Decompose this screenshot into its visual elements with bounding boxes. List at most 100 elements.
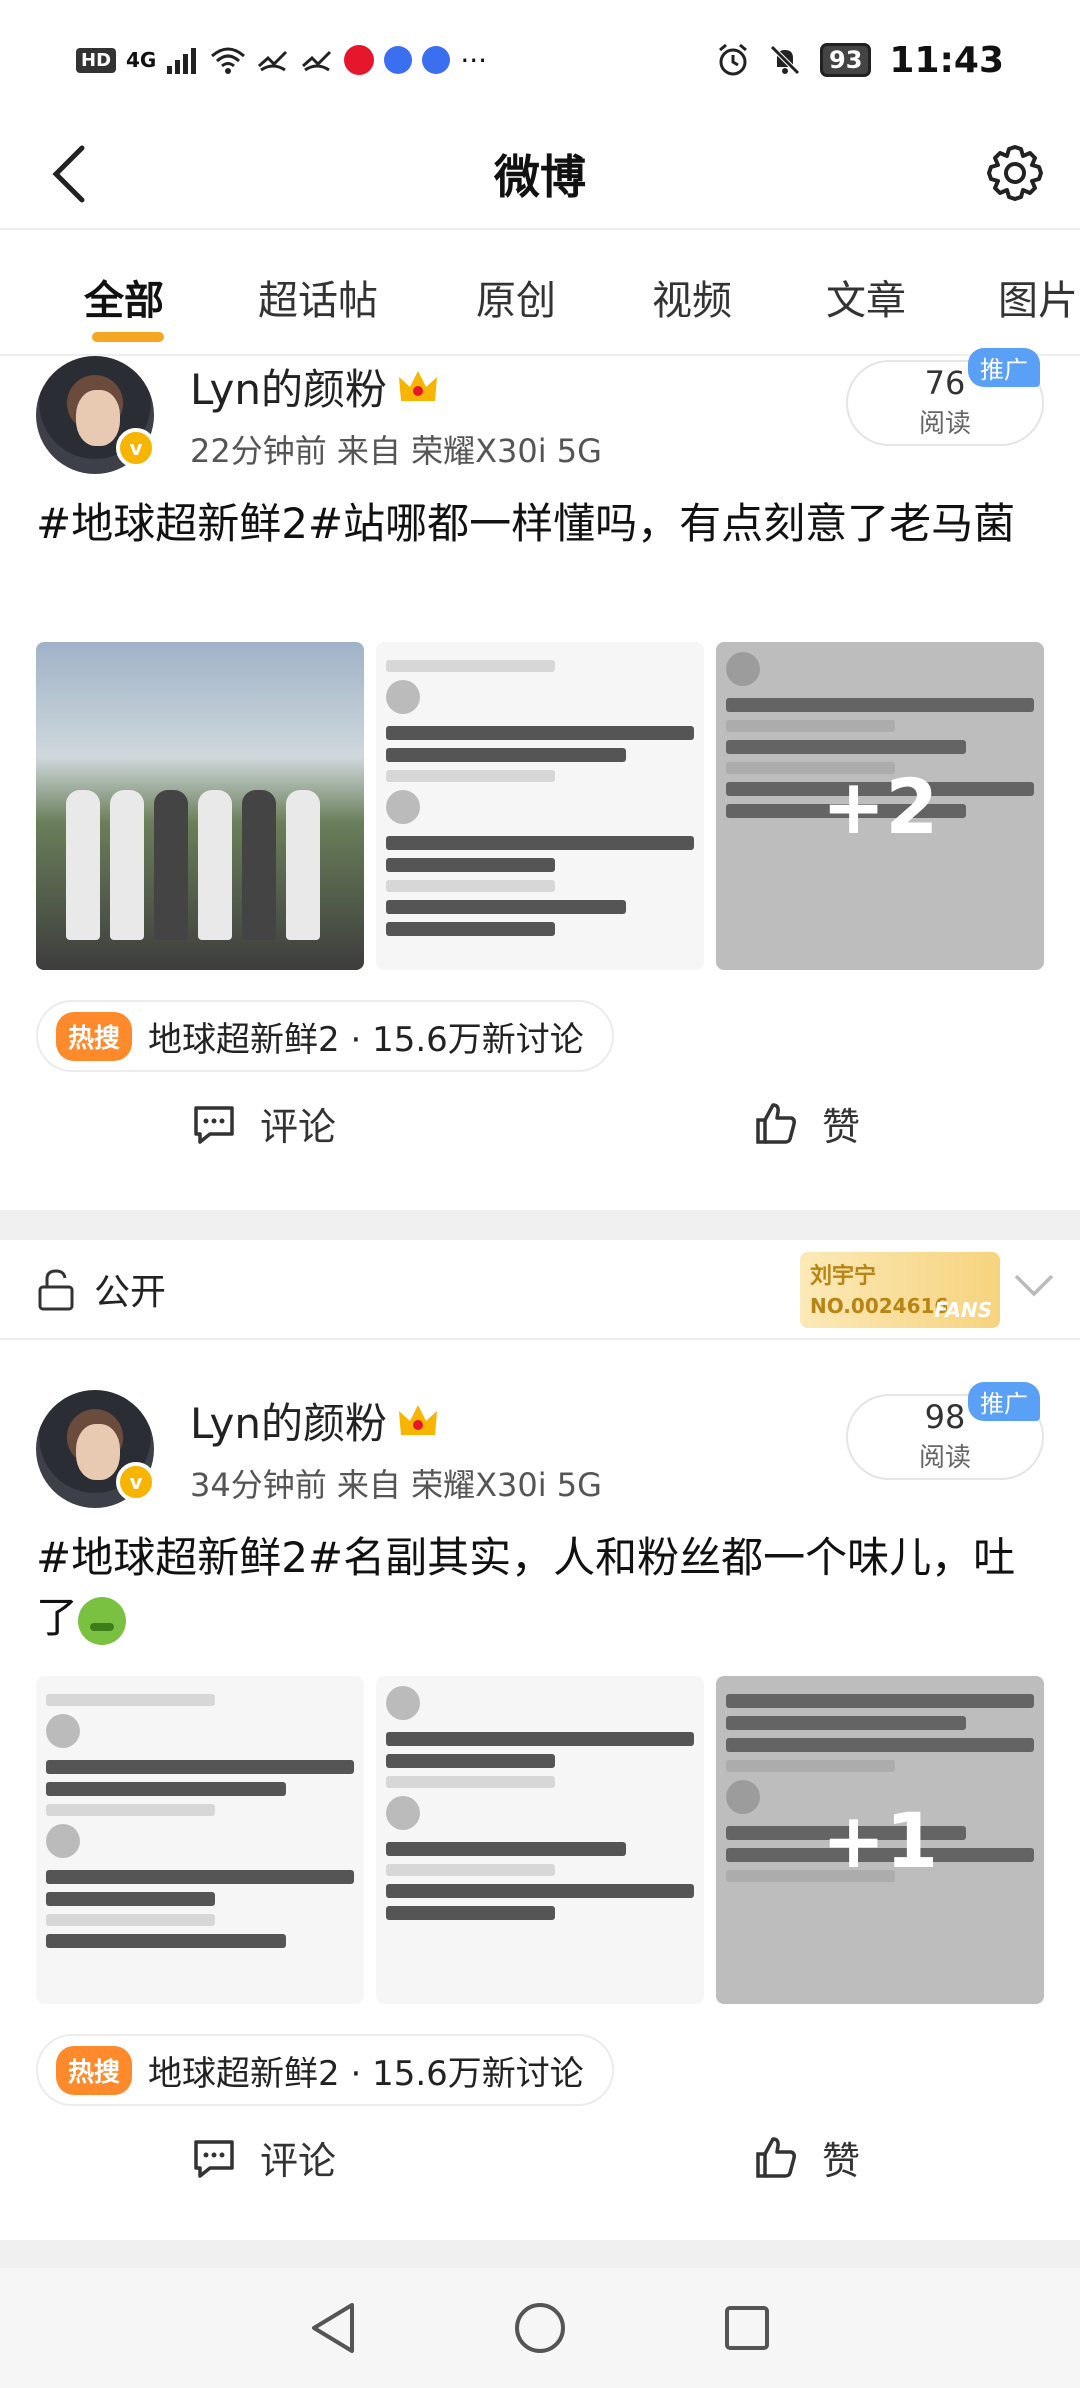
read-count: 98: [924, 1397, 966, 1436]
chat-line: [46, 1892, 216, 1906]
avatar-face: [76, 1424, 120, 1480]
comment-label: 评论: [260, 1105, 337, 1149]
post-image-more[interactable]: +2: [716, 642, 1044, 970]
chat-line: [46, 1934, 287, 1948]
active-tab-indicator: [92, 332, 164, 342]
chat-line: [386, 858, 556, 872]
verified-badge: v: [116, 1462, 156, 1502]
read-count: 76: [924, 363, 966, 402]
like-button[interactable]: 赞: [752, 2130, 860, 2185]
back-button[interactable]: [36, 142, 100, 206]
post-image-screenshot[interactable]: [36, 1676, 364, 2004]
more-images-count: +1: [821, 1795, 939, 1885]
chat-line: [46, 1804, 216, 1816]
promo-tag: 推广: [968, 1382, 1040, 1421]
missed-call-icon-2: [300, 46, 334, 74]
hot-search-badge: 热搜: [56, 2045, 133, 2095]
author-row: Lyn的颜粉: [190, 1390, 439, 1451]
post-image-more[interactable]: +1: [716, 1676, 1044, 2004]
visibility-row: 公开 刘宇宁 NO.0024616 FANS: [0, 1240, 1080, 1340]
chat-avatar: [386, 790, 420, 824]
fans-card[interactable]: 刘宇宁 NO.0024616 FANS: [800, 1252, 1000, 1328]
tab-article[interactable]: 文章: [826, 268, 906, 326]
image-grid: +2: [36, 642, 1044, 970]
chat-line: [386, 880, 556, 892]
author-row: Lyn的颜粉: [190, 356, 439, 417]
hot-topic-chip[interactable]: 热搜 地球超新鲜2 · 15.6万新讨论: [36, 1000, 614, 1072]
top-nav-bar: 微博: [0, 120, 1080, 230]
chat-line: [46, 1782, 287, 1796]
battery-level: 93: [820, 43, 872, 77]
figure: [110, 790, 144, 940]
post-text[interactable]: #地球超新鲜2#名副其实，人和粉丝都一个味儿，吐了: [36, 1528, 1046, 1648]
like-label: 赞: [822, 2139, 861, 2183]
figure: [154, 790, 188, 940]
fans-mark: FANS: [934, 1298, 992, 1322]
nav-home-button[interactable]: [500, 2288, 580, 2368]
thumbs-up-icon: [756, 1102, 796, 1144]
chat-line: [386, 1732, 694, 1746]
comment-icon: [194, 1105, 234, 1144]
section-divider: [0, 1210, 1080, 1240]
crown-icon: [399, 370, 438, 401]
post-actions: 评论 赞: [0, 1096, 1080, 1176]
like-label: 赞: [822, 1105, 861, 1149]
promo-tag: 推广: [968, 348, 1040, 387]
signal-icon: [166, 46, 200, 74]
image-grid: +1: [36, 1676, 1044, 2004]
like-button[interactable]: 赞: [752, 1096, 860, 1151]
chat-line: [386, 1776, 556, 1788]
tab-supertopic[interactable]: 超话帖: [258, 268, 378, 326]
chevron-left-icon: [52, 145, 85, 203]
comment-label: 评论: [260, 2139, 337, 2183]
post-image-screenshot[interactable]: [376, 1676, 704, 2004]
nav-back-button[interactable]: [293, 2288, 373, 2368]
network-type: 4G: [126, 48, 157, 72]
read-label: 阅读: [918, 408, 971, 439]
chat-line: [386, 660, 556, 672]
post-image-screenshot[interactable]: [376, 642, 704, 970]
chat-line: [386, 1842, 627, 1856]
chat-line: [386, 1906, 556, 1920]
verified-badge: v: [116, 428, 156, 468]
tab-original[interactable]: 原创: [476, 268, 556, 326]
comment-icon: [194, 2139, 234, 2178]
tab-images[interactable]: 图片: [998, 268, 1078, 326]
hot-topic-chip[interactable]: 热搜 地球超新鲜2 · 15.6万新讨论: [36, 2034, 614, 2106]
chat-line: [386, 900, 627, 914]
post-image-photo[interactable]: [36, 642, 364, 970]
post-text-content: #地球超新鲜2#名副其实，人和粉丝都一个味儿，吐了: [36, 1533, 1016, 1642]
fans-name: 刘宇宁: [810, 1264, 877, 1289]
post-text[interactable]: #地球超新鲜2#站哪都一样懂吗，有点刻意了老马菌: [36, 494, 1046, 554]
wifi-icon: [210, 46, 246, 74]
chat-line: [386, 1754, 556, 1768]
avatar-face: [76, 390, 120, 446]
post-meta: 34分钟前 来自 荣耀X30i 5G: [190, 1466, 602, 1504]
chevron-down-icon[interactable]: [1012, 1270, 1056, 1300]
weibo-notification-icon: [344, 45, 375, 75]
visibility-label[interactable]: 公开: [94, 1263, 166, 1315]
app-notification-icon-2: [422, 46, 451, 74]
hot-search-badge: 热搜: [56, 1011, 133, 1061]
figure: [242, 790, 276, 940]
chat-line: [386, 726, 694, 740]
chat-line: [46, 1760, 354, 1774]
author-name[interactable]: Lyn的颜粉: [190, 356, 387, 417]
square-recents-icon: [724, 2306, 769, 2350]
thumbs-up-icon: [756, 2136, 796, 2178]
read-count-box: 推广 76 阅读: [846, 348, 1044, 446]
read-label: 阅读: [918, 1442, 971, 1473]
comment-button[interactable]: 评论: [190, 2130, 336, 2185]
triangle-back-icon: [312, 2303, 355, 2353]
author-name[interactable]: Lyn的颜粉: [190, 1390, 387, 1451]
tab-video[interactable]: 视频: [652, 268, 732, 326]
tab-all[interactable]: 全部: [84, 268, 164, 326]
post-card: v Lyn的颜粉 34分钟前 来自 荣耀X30i 5G 推广 98 阅读 #地球…: [0, 1382, 1080, 2240]
settings-button[interactable]: [980, 138, 1050, 208]
chat-avatar: [46, 1714, 80, 1748]
figure: [66, 790, 100, 940]
missed-call-icon: [256, 46, 290, 74]
nav-recents-button[interactable]: [707, 2288, 787, 2368]
post-card: v Lyn的颜粉 22分钟前 来自 荣耀X30i 5G 推广 76 阅读 #地球…: [0, 348, 1080, 1206]
comment-button[interactable]: 评论: [190, 1096, 336, 1151]
